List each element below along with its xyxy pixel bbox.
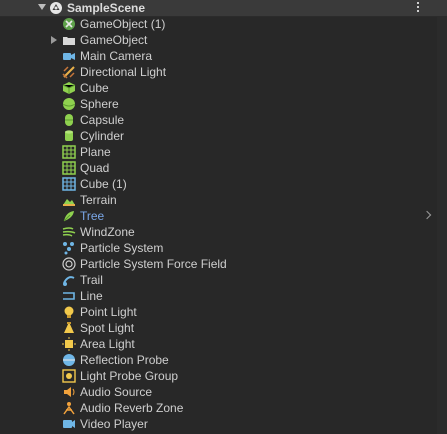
camera-icon xyxy=(63,53,75,60)
audio-reverb-zone-icon xyxy=(63,402,75,415)
hierarchy-item[interactable]: Sphere xyxy=(0,96,447,112)
folder-icon xyxy=(63,37,75,45)
force-field-icon xyxy=(62,257,76,271)
hierarchy-item[interactable]: Trail xyxy=(0,272,447,288)
area-light-icon xyxy=(62,337,76,351)
hierarchy-item[interactable]: Terrain xyxy=(0,192,447,208)
hierarchy-item-label: Audio Reverb Zone xyxy=(80,401,184,415)
hierarchy-item-label: Tree xyxy=(80,209,105,223)
hierarchy-item-label: Quad xyxy=(80,161,110,175)
particle-system-icon xyxy=(63,242,74,255)
cylinder-icon xyxy=(65,130,73,141)
hierarchy-item-label: Terrain xyxy=(80,193,117,207)
hierarchy-item[interactable]: Cube (1) xyxy=(0,176,447,192)
scene-header-row[interactable]: SampleScene xyxy=(0,0,447,17)
hierarchy-item[interactable]: Cube xyxy=(0,80,447,96)
hierarchy-item-label: Trail xyxy=(80,273,103,287)
hierarchy-item-label: Reflection Probe xyxy=(80,353,169,367)
hierarchy-item[interactable]: Audio Source xyxy=(0,384,447,400)
hierarchy-item-label: Particle System Force Field xyxy=(80,257,227,271)
hierarchy-item[interactable]: WindZone xyxy=(0,224,447,240)
hierarchy-item[interactable]: Audio Reverb Zone xyxy=(0,400,447,416)
hierarchy-item-label: Area Light xyxy=(80,337,135,351)
unity-icon xyxy=(50,2,62,14)
cube-grid-icon xyxy=(62,177,76,191)
plane-icon xyxy=(62,145,76,159)
hierarchy-item[interactable]: Plane xyxy=(0,144,447,160)
hierarchy-item[interactable]: Tree xyxy=(0,208,447,224)
cube-icon xyxy=(62,82,76,94)
hierarchy-item[interactable]: GameObject (1) xyxy=(0,16,447,32)
gameobject-green-icon xyxy=(63,18,75,30)
hierarchy-item-label: Cylinder xyxy=(80,129,125,143)
light-probe-group-icon xyxy=(62,369,76,383)
hierarchy-item[interactable]: GameObject xyxy=(0,32,447,48)
more-options-icon[interactable] xyxy=(416,2,420,14)
hierarchy-item[interactable]: Main Camera xyxy=(0,48,447,64)
hierarchy-item-label: Directional Light xyxy=(80,65,167,79)
scene-name: SampleScene xyxy=(67,1,146,15)
quad-icon xyxy=(62,161,76,175)
hierarchy-item-label: GameObject xyxy=(80,33,148,47)
hierarchy-item-label: Capsule xyxy=(80,113,125,127)
hierarchy-item-label: Spot Light xyxy=(80,321,135,335)
hierarchy-item[interactable]: Quad xyxy=(0,160,447,176)
hierarchy-item-label: Particle System xyxy=(80,241,164,255)
hierarchy-item-label: Cube (1) xyxy=(80,177,127,191)
expand-arrow-icon[interactable] xyxy=(51,36,57,44)
hierarchy-item-label: Plane xyxy=(80,145,111,159)
point-light-icon xyxy=(64,306,74,318)
hierarchy-item-label: WindZone xyxy=(80,225,135,239)
hierarchy-item[interactable]: Directional Light xyxy=(0,64,447,80)
hierarchy-item[interactable]: Cylinder xyxy=(0,128,447,144)
hierarchy-item[interactable]: Particle System xyxy=(0,240,447,256)
audio-source-icon xyxy=(64,387,75,397)
scrollbar[interactable] xyxy=(437,17,447,434)
hierarchy-item[interactable]: Particle System Force Field xyxy=(0,256,447,272)
hierarchy-item-label: GameObject (1) xyxy=(80,17,166,31)
windzone-icon xyxy=(62,227,76,237)
hierarchy-item-label: Video Player xyxy=(80,417,148,431)
reflection-probe-icon xyxy=(63,354,75,366)
hierarchy-item[interactable]: Capsule xyxy=(0,112,447,128)
hierarchy-item-label: Sphere xyxy=(80,97,119,111)
hierarchy-item-label: Cube xyxy=(80,81,109,95)
hierarchy-item[interactable]: Line xyxy=(0,288,447,304)
hierarchy-item-label: Point Light xyxy=(80,305,137,319)
open-prefab-chevron-icon[interactable] xyxy=(422,210,432,220)
hierarchy-item-label: Light Probe Group xyxy=(80,369,179,383)
hierarchy-item[interactable]: Area Light xyxy=(0,336,447,352)
line-icon xyxy=(63,292,75,300)
trail-icon xyxy=(63,276,75,286)
collapse-arrow-icon[interactable] xyxy=(38,4,46,10)
hierarchy-item[interactable]: Spot Light xyxy=(0,320,447,336)
hierarchy-panel: SampleScene GameObject (1) GameObject Main… xyxy=(0,0,447,434)
hierarchy-item[interactable]: Video Player xyxy=(0,416,447,432)
terrain-icon xyxy=(63,199,75,206)
hierarchy-item[interactable]: Light Probe Group xyxy=(0,368,447,384)
hierarchy-item-label: Main Camera xyxy=(80,49,153,63)
hierarchy-item-label: Line xyxy=(80,289,103,303)
directional-light-icon xyxy=(62,66,75,79)
capsule-icon xyxy=(65,114,73,126)
spot-light-icon xyxy=(64,322,74,333)
video-player-icon xyxy=(63,420,75,428)
hierarchy-item[interactable]: Reflection Probe xyxy=(0,352,447,368)
hierarchy-item[interactable]: Point Light xyxy=(0,304,447,320)
hierarchy-item-label: Audio Source xyxy=(80,385,153,399)
sphere-icon xyxy=(62,98,76,110)
tree-icon xyxy=(63,211,74,222)
